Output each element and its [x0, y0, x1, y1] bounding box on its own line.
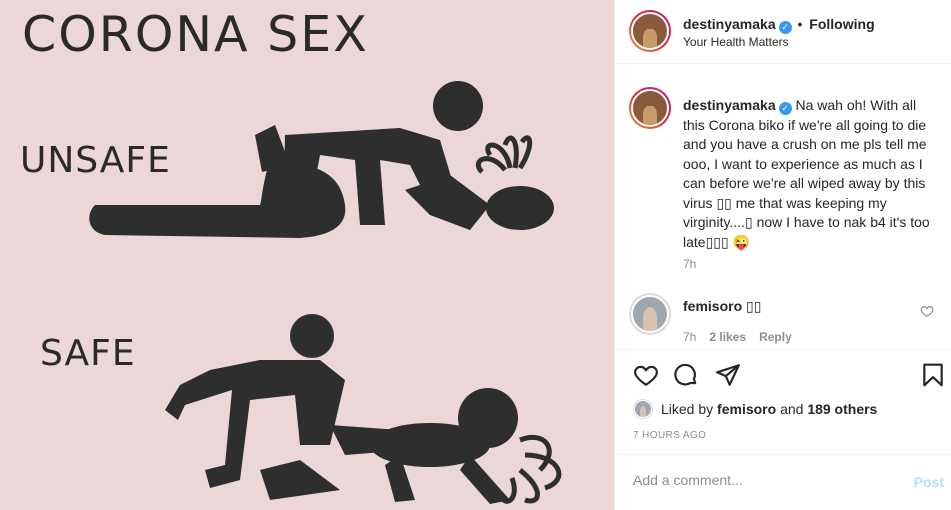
- author-username[interactable]: destinyamaka: [683, 16, 776, 32]
- post-header: destinyamaka ✓ • Following Your Health Ma…: [615, 0, 951, 64]
- likes-prefix: Liked by: [661, 401, 714, 417]
- verified-badge-icon: ✓: [778, 102, 792, 115]
- caption-username[interactable]: destinyamaka: [683, 97, 776, 113]
- comments-section: destinyamaka ✓ Na wah oh! With all this C…: [615, 65, 951, 350]
- liker-username[interactable]: femisoro: [717, 401, 776, 417]
- meme-figures-graphic: [89, 81, 562, 504]
- heart-outline-icon[interactable]: [920, 304, 934, 318]
- header-separator: •: [797, 16, 803, 32]
- action-bar: [615, 352, 951, 398]
- comment: femisoro ▯▯: [683, 298, 761, 315]
- unsafe-sneeze-head: [486, 186, 554, 230]
- comment-icon[interactable]: [673, 362, 699, 388]
- comment-body: ▯▯: [746, 298, 762, 314]
- likes-summary: Liked by femisoro and 189 others: [633, 397, 877, 421]
- author-avatar[interactable]: [629, 10, 671, 52]
- unsafe-head-top: [433, 81, 483, 131]
- caption-time[interactable]: 7h: [683, 257, 696, 271]
- post-image[interactable]: CORONA SEX UNSAFE SAFE: [0, 0, 614, 510]
- comment-meta: 7h 2 likes Reply: [683, 330, 792, 344]
- commenter-username[interactable]: femisoro: [683, 298, 742, 314]
- post-button[interactable]: Post: [914, 474, 944, 490]
- likes-others-link[interactable]: 189 others: [807, 401, 877, 417]
- comment-likes[interactable]: 2 likes: [709, 330, 746, 344]
- commenter-avatar[interactable]: [629, 293, 671, 335]
- post-sidebar: destinyamaka ✓ • Following Your Health Ma…: [614, 0, 951, 510]
- comment-input[interactable]: [633, 472, 893, 488]
- add-comment-bar: Post: [615, 454, 951, 510]
- likes-connector: and: [780, 401, 804, 417]
- comment-time[interactable]: 7h: [683, 330, 696, 344]
- post-timestamp[interactable]: 7 HOURS AGO: [633, 430, 706, 441]
- liker-avatar: [633, 399, 653, 419]
- following-button[interactable]: Following: [809, 16, 874, 32]
- caption-body: Na wah oh! With all this Corona biko if …: [683, 97, 930, 250]
- caption: destinyamaka ✓ Na wah oh! With all this C…: [683, 96, 941, 252]
- safe-head: [290, 314, 334, 358]
- paper-plane-icon[interactable]: [715, 362, 741, 388]
- verified-badge-icon: ✓: [778, 21, 792, 34]
- post-location[interactable]: Your Health Matters: [683, 35, 789, 49]
- reply-button[interactable]: Reply: [759, 330, 792, 344]
- caption-author-avatar[interactable]: [629, 87, 671, 129]
- header-line: destinyamaka ✓ • Following: [683, 16, 875, 34]
- heart-icon[interactable]: [633, 362, 659, 388]
- bookmark-icon[interactable]: [920, 362, 946, 388]
